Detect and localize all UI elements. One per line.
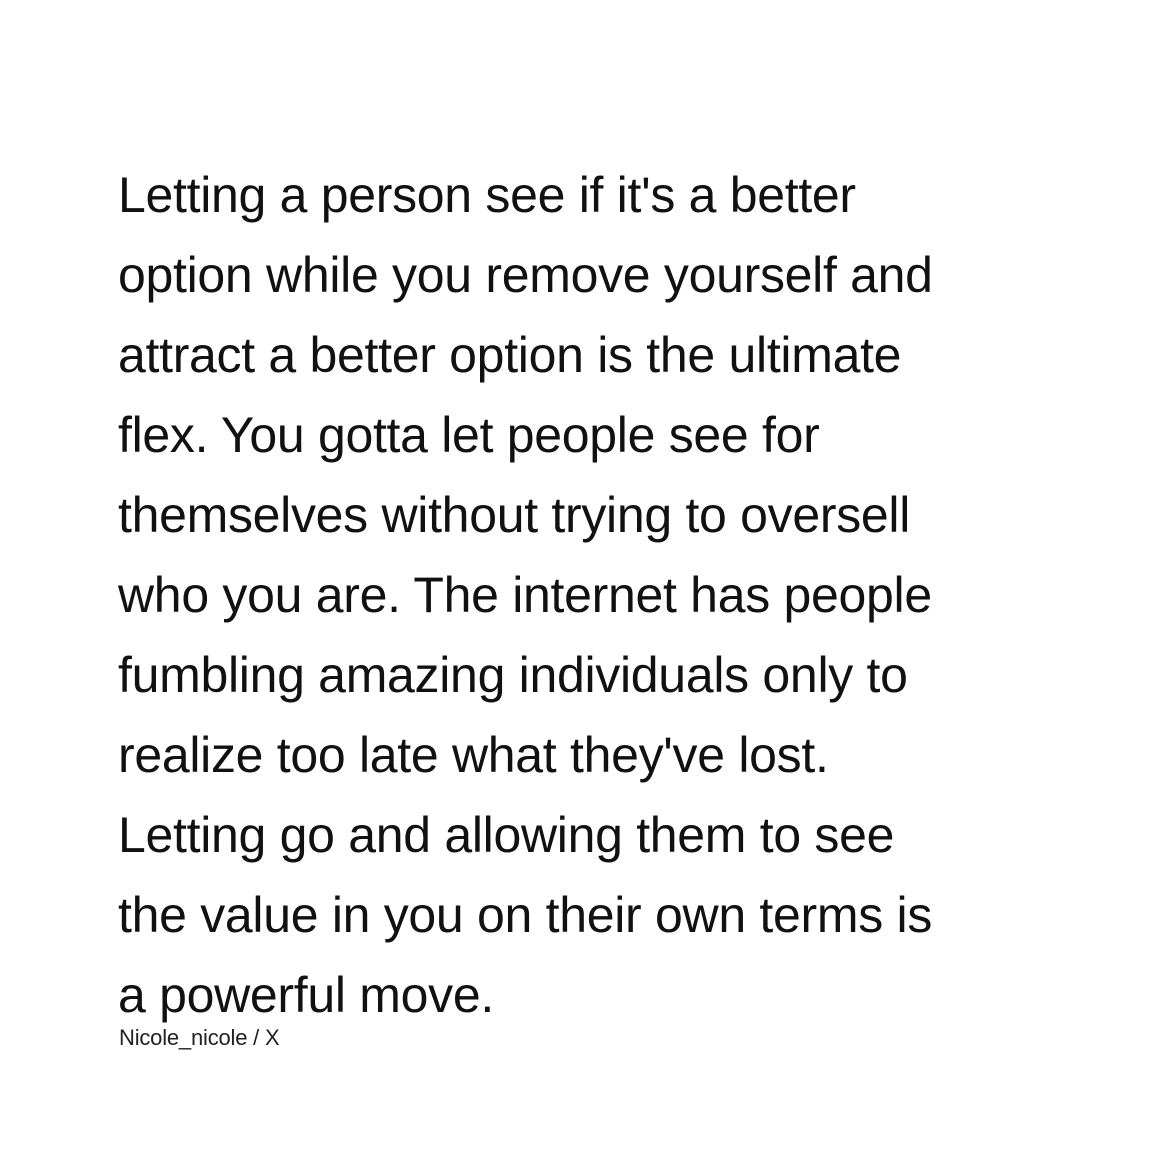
quote-line: Letting a person see if it's a better — [118, 167, 856, 223]
attribution: Nicole_nicole / X — [119, 1025, 280, 1050]
quote-line: realize too late what they've lost. — [118, 727, 829, 783]
quote-text: Letting a person see if it's a better op… — [118, 155, 1078, 1035]
quote-line: attract a better option is the ultimate — [118, 327, 902, 383]
quote-line: option while you remove yourself and — [118, 247, 933, 303]
quote-line: the value in you on their own terms is — [118, 887, 933, 943]
quote-line: Letting go and allowing them to see — [118, 807, 895, 863]
quote-line: themselves without trying to oversell — [118, 487, 911, 543]
quote-line: fumbling amazing individuals only to — [118, 647, 908, 703]
quote-card: Letting a person see if it's a better op… — [0, 0, 1170, 1170]
quote-line: who you are. The internet has people — [118, 567, 932, 623]
quote-line: flex. You gotta let people see for — [118, 407, 820, 463]
